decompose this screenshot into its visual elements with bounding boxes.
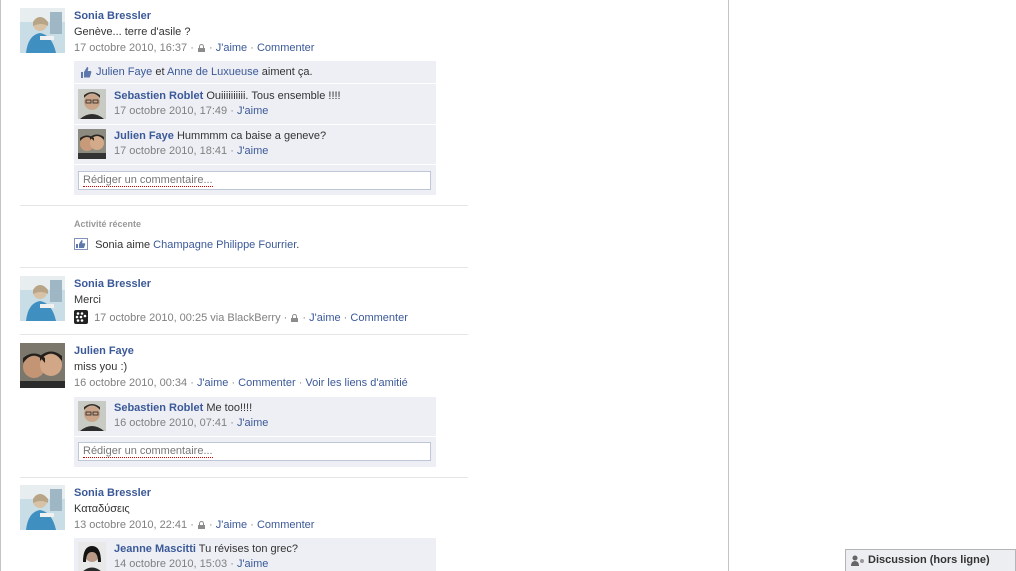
avatar[interactable] xyxy=(20,8,65,53)
post-timestamp[interactable]: 17 octobre 2010, 16:37 xyxy=(74,42,187,54)
divider xyxy=(20,205,468,206)
avatar[interactable] xyxy=(78,129,106,159)
avatar[interactable] xyxy=(78,89,106,119)
like-link[interactable]: J'aime xyxy=(237,145,268,157)
comment-box: Sebastien Roblet Me too!!!! 16 octobre 2… xyxy=(74,397,436,467)
divider xyxy=(20,477,468,478)
lock-icon xyxy=(197,521,205,529)
comment-author[interactable]: Sebastien Roblet xyxy=(114,402,203,414)
comment-timestamp: 17 octobre 2010, 18:41 xyxy=(114,145,228,157)
post-timestamp[interactable]: 13 octobre 2010, 22:41 xyxy=(74,519,187,531)
like-link[interactable]: J'aime xyxy=(237,417,268,429)
like-link[interactable]: J'aime xyxy=(216,519,247,531)
chat-label: Discussion (hors ligne) xyxy=(868,554,990,566)
post-message: Merci xyxy=(74,294,101,306)
post-message: Genève... terre d'asile ? xyxy=(74,26,191,38)
comment-input[interactable]: Rédiger un commentaire... xyxy=(78,171,431,190)
comment-author[interactable]: Jeanne Mascitti xyxy=(114,543,196,555)
liker-link[interactable]: Julien Faye xyxy=(96,66,152,78)
post-timestamp[interactable]: 16 octobre 2010, 00:34 xyxy=(74,377,187,389)
comment-text: Hummmm ca baise a geneve? xyxy=(176,130,327,142)
friendship-link[interactable]: Voir les liens d'amitié xyxy=(305,377,407,389)
column-border xyxy=(728,0,729,571)
feed-story: Sonia Bressler Merci 17 octobre 2010, 00… xyxy=(20,276,468,328)
like-link[interactable]: J'aime xyxy=(197,377,228,389)
page-link[interactable]: Champagne Philippe Fourrier xyxy=(153,239,296,251)
avatar[interactable] xyxy=(20,343,65,388)
divider xyxy=(20,267,468,268)
comment-timestamp: 17 octobre 2010, 17:49 xyxy=(114,105,228,117)
chat-bar[interactable]: Discussion (hors ligne) xyxy=(845,549,1016,571)
likes-summary: Julien Faye et Anne de Luxueuse aiment ç… xyxy=(74,61,436,84)
like-link[interactable]: J'aime xyxy=(216,42,247,54)
comment-link[interactable]: Commenter xyxy=(350,312,407,324)
author-name[interactable]: Julien Faye xyxy=(74,345,134,357)
avatar[interactable] xyxy=(78,542,106,571)
avatar[interactable] xyxy=(20,276,65,321)
post-timestamp[interactable]: 17 octobre 2010, 00:25 via BlackBerry xyxy=(94,312,281,324)
avatar[interactable] xyxy=(20,485,65,530)
chat-person-icon xyxy=(851,555,865,566)
comment: Sebastien Roblet Me too!!!! 16 octobre 2… xyxy=(74,397,436,437)
comment-box: Jeanne Mascitti Tu révises ton grec? 14 … xyxy=(74,538,436,571)
comment-timestamp: 14 octobre 2010, 15:03 xyxy=(114,558,228,570)
post-message: Καταδύσεις xyxy=(74,503,130,515)
comment-input[interactable]: Rédiger un commentaire... xyxy=(78,442,431,461)
divider xyxy=(20,334,468,335)
author-name[interactable]: Sonia Bressler xyxy=(74,10,151,22)
avatar[interactable] xyxy=(78,401,106,431)
comment-link[interactable]: Commenter xyxy=(257,519,314,531)
author-name[interactable]: Sonia Bressler xyxy=(74,487,151,499)
activity-title: Activité récente xyxy=(74,219,142,229)
like-thumb-icon xyxy=(80,67,92,78)
comment-text: Tu révises ton grec? xyxy=(198,543,299,555)
comment-text: Ouiiiiiiiiii. Tous ensemble !!!! xyxy=(206,90,341,102)
activity-item: Sonia aime Champagne Philippe Fourrier. xyxy=(74,237,299,253)
comment: Julien Faye Hummmm ca baise a geneve? 17… xyxy=(74,125,436,165)
comment-timestamp: 16 octobre 2010, 07:41 xyxy=(114,417,228,429)
comment-author[interactable]: Julien Faye xyxy=(114,130,174,142)
lock-icon xyxy=(197,44,205,52)
blackberry-icon xyxy=(74,310,88,324)
post-message: miss you :) xyxy=(74,361,128,373)
liker-link[interactable]: Anne de Luxueuse xyxy=(167,66,259,78)
author-name[interactable]: Sonia Bressler xyxy=(74,278,151,290)
comment: Sebastien Roblet Ouiiiiiiiiii. Tous ense… xyxy=(74,85,436,125)
comment-link[interactable]: Commenter xyxy=(238,377,295,389)
feed-story: Julien Faye miss you :) 16 octobre 2010,… xyxy=(20,343,468,395)
feed-story: Sonia Bressler Καταδύσεις 13 octobre 201… xyxy=(20,485,468,537)
comment-box: Julien Faye et Anne de Luxueuse aiment ç… xyxy=(74,61,436,195)
left-border xyxy=(0,0,1,571)
like-link[interactable]: J'aime xyxy=(237,558,268,570)
lock-icon xyxy=(291,314,299,322)
comment-link[interactable]: Commenter xyxy=(257,42,314,54)
like-link[interactable]: J'aime xyxy=(309,312,340,324)
like-link[interactable]: J'aime xyxy=(237,105,268,117)
comment: Jeanne Mascitti Tu révises ton grec? 14 … xyxy=(74,538,436,571)
comment-author[interactable]: Sebastien Roblet xyxy=(114,90,203,102)
like-thumb-icon xyxy=(74,238,88,250)
comment-text: Me too!!!! xyxy=(206,402,253,414)
